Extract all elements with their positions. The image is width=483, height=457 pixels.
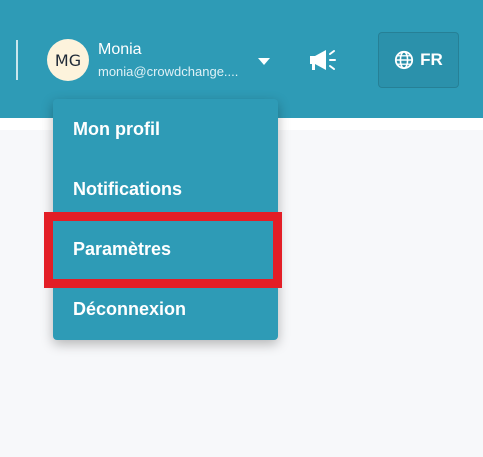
menu-item-profile[interactable]: Mon profil [53,99,278,159]
language-label: FR [420,50,443,69]
megaphone-icon [310,50,336,70]
user-name: Monia [98,41,142,58]
user-dropdown-menu: Mon profil Notifications Paramètres Déco… [53,99,278,340]
announcements-button[interactable] [306,46,338,74]
user-email: monia@crowdchange.... [98,64,239,79]
chevron-down-icon[interactable] [258,58,270,65]
language-selector-button[interactable]: FR [378,32,459,88]
menu-item-settings[interactable]: Paramètres [53,219,278,279]
avatar: MG [47,39,89,81]
menu-item-logout[interactable]: Déconnexion [53,279,278,339]
header-divider [16,40,18,80]
menu-item-notifications[interactable]: Notifications [53,159,278,219]
user-menu-toggle[interactable]: MG Monia monia@crowdchange.... [47,38,277,86]
globe-icon [395,50,414,70]
